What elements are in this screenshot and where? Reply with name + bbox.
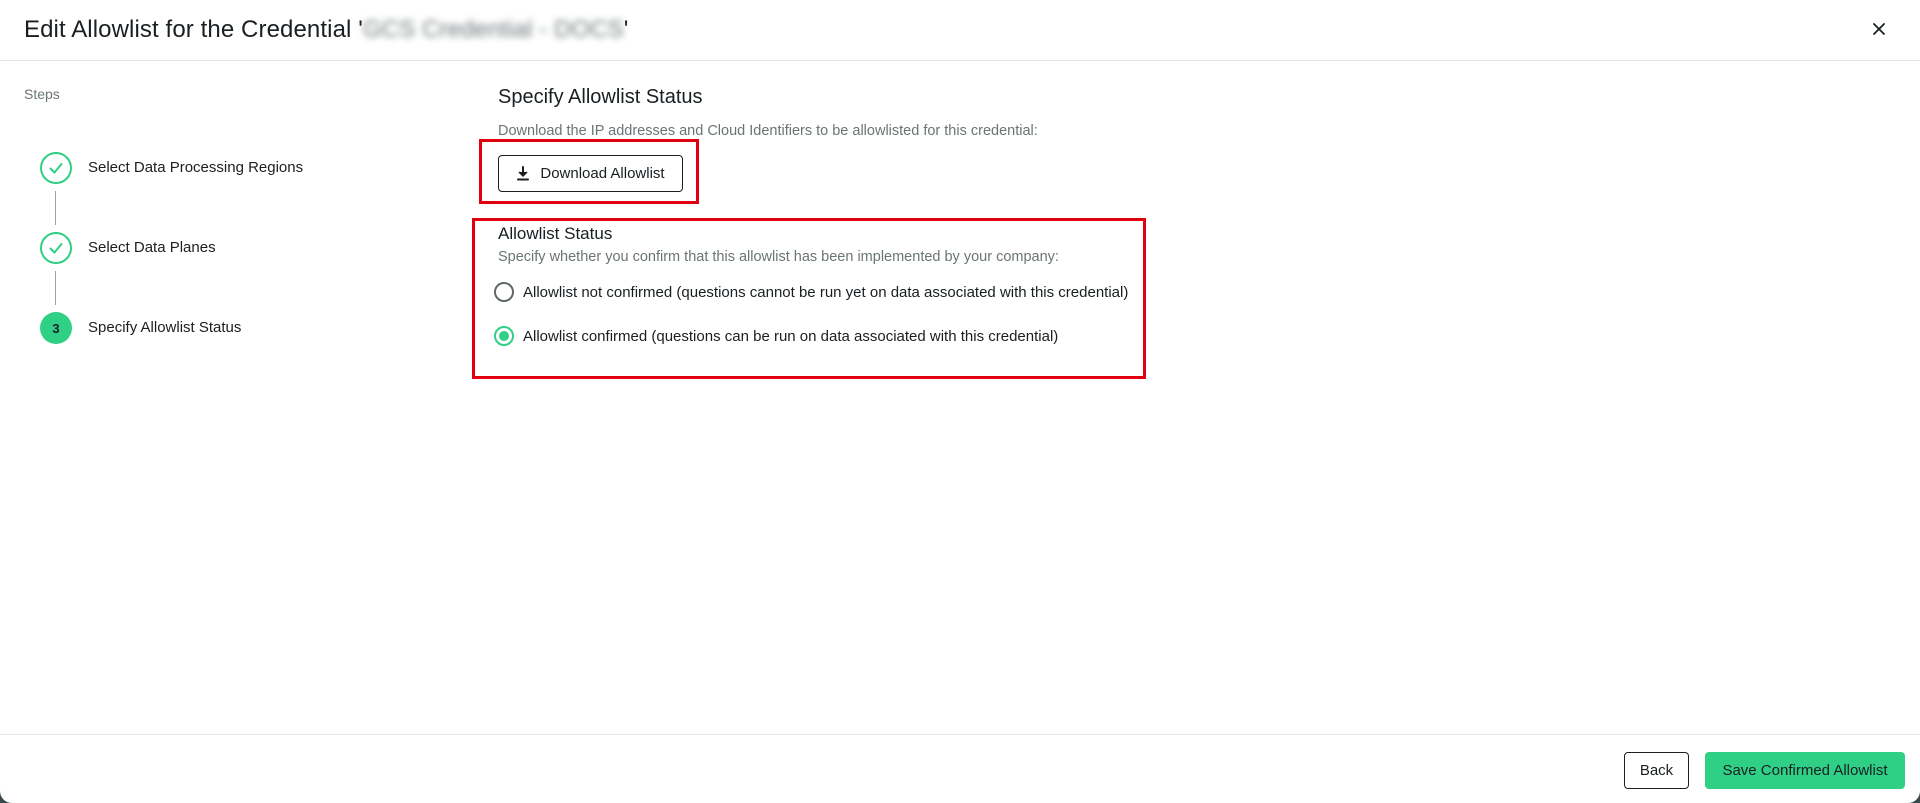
step-label: Select Data Processing Regions — [88, 159, 304, 176]
title-prefix: Edit Allowlist for the Credential ' — [24, 16, 363, 43]
step-select-data-processing-regions[interactable]: Select Data Processing Regions — [40, 152, 303, 232]
step-complete-indicator — [40, 152, 72, 184]
main-content: Specify Allowlist Status Download the IP… — [472, 86, 1146, 379]
steps-label: Steps — [24, 86, 60, 102]
step-number-badge: 3 — [40, 312, 72, 344]
status-title: Allowlist Status — [498, 224, 613, 243]
radio-allowlist-not-confirmed[interactable]: Allowlist not confirmed (questions canno… — [494, 282, 1128, 302]
edit-allowlist-dialog: Edit Allowlist for the Credential 'GCS C… — [0, 0, 1920, 803]
step-connector — [55, 191, 56, 225]
radio-label: Allowlist confirmed (questions can be ru… — [523, 327, 1059, 345]
steps-list: Select Data Processing Regions Select Da… — [40, 152, 303, 392]
dialog-footer: Back Save Confirmed Allowlist — [0, 734, 1920, 803]
step-label: Specify Allowlist Status — [88, 319, 242, 336]
allowlist-status-section: Allowlist Status Specify whether you con… — [494, 224, 1138, 346]
status-description: Specify whether you confirm that this al… — [498, 249, 1059, 265]
close-button[interactable] — [1866, 16, 1892, 42]
download-icon — [517, 166, 530, 181]
step-complete-indicator — [40, 232, 72, 264]
radio-button-selected[interactable] — [494, 326, 514, 346]
back-button[interactable]: Back — [1624, 752, 1689, 789]
radio-button[interactable] — [494, 282, 514, 302]
close-icon — [1873, 23, 1885, 35]
download-allowlist-button[interactable]: Download Allowlist — [498, 155, 683, 192]
step-label: Select Data Planes — [88, 239, 216, 256]
check-icon — [49, 243, 63, 254]
check-icon — [49, 163, 63, 174]
step-specify-allowlist-status[interactable]: 3 Specify Allowlist Status — [40, 312, 303, 392]
steps-sidebar: Steps Select Data Processing Regions Sel… — [24, 86, 404, 344]
title-suffix: ' — [623, 16, 629, 43]
dialog-header: Edit Allowlist for the Credential 'GCS C… — [0, 0, 1920, 61]
save-confirmed-allowlist-button[interactable]: Save Confirmed Allowlist — [1705, 752, 1905, 789]
section-title: Specify Allowlist Status — [498, 86, 703, 108]
download-button-label: Download Allowlist — [540, 165, 665, 182]
step-connector — [55, 271, 56, 305]
credential-name: GCS Credential - DOCS — [362, 16, 624, 43]
radio-label: Allowlist not confirmed (questions canno… — [523, 283, 1129, 301]
dialog-title: Edit Allowlist for the Credential 'GCS C… — [24, 16, 628, 44]
step-select-data-planes[interactable]: Select Data Planes — [40, 232, 303, 312]
section-description: Download the IP addresses and Cloud Iden… — [498, 123, 1038, 139]
radio-allowlist-confirmed[interactable]: Allowlist confirmed (questions can be ru… — [494, 326, 1058, 346]
